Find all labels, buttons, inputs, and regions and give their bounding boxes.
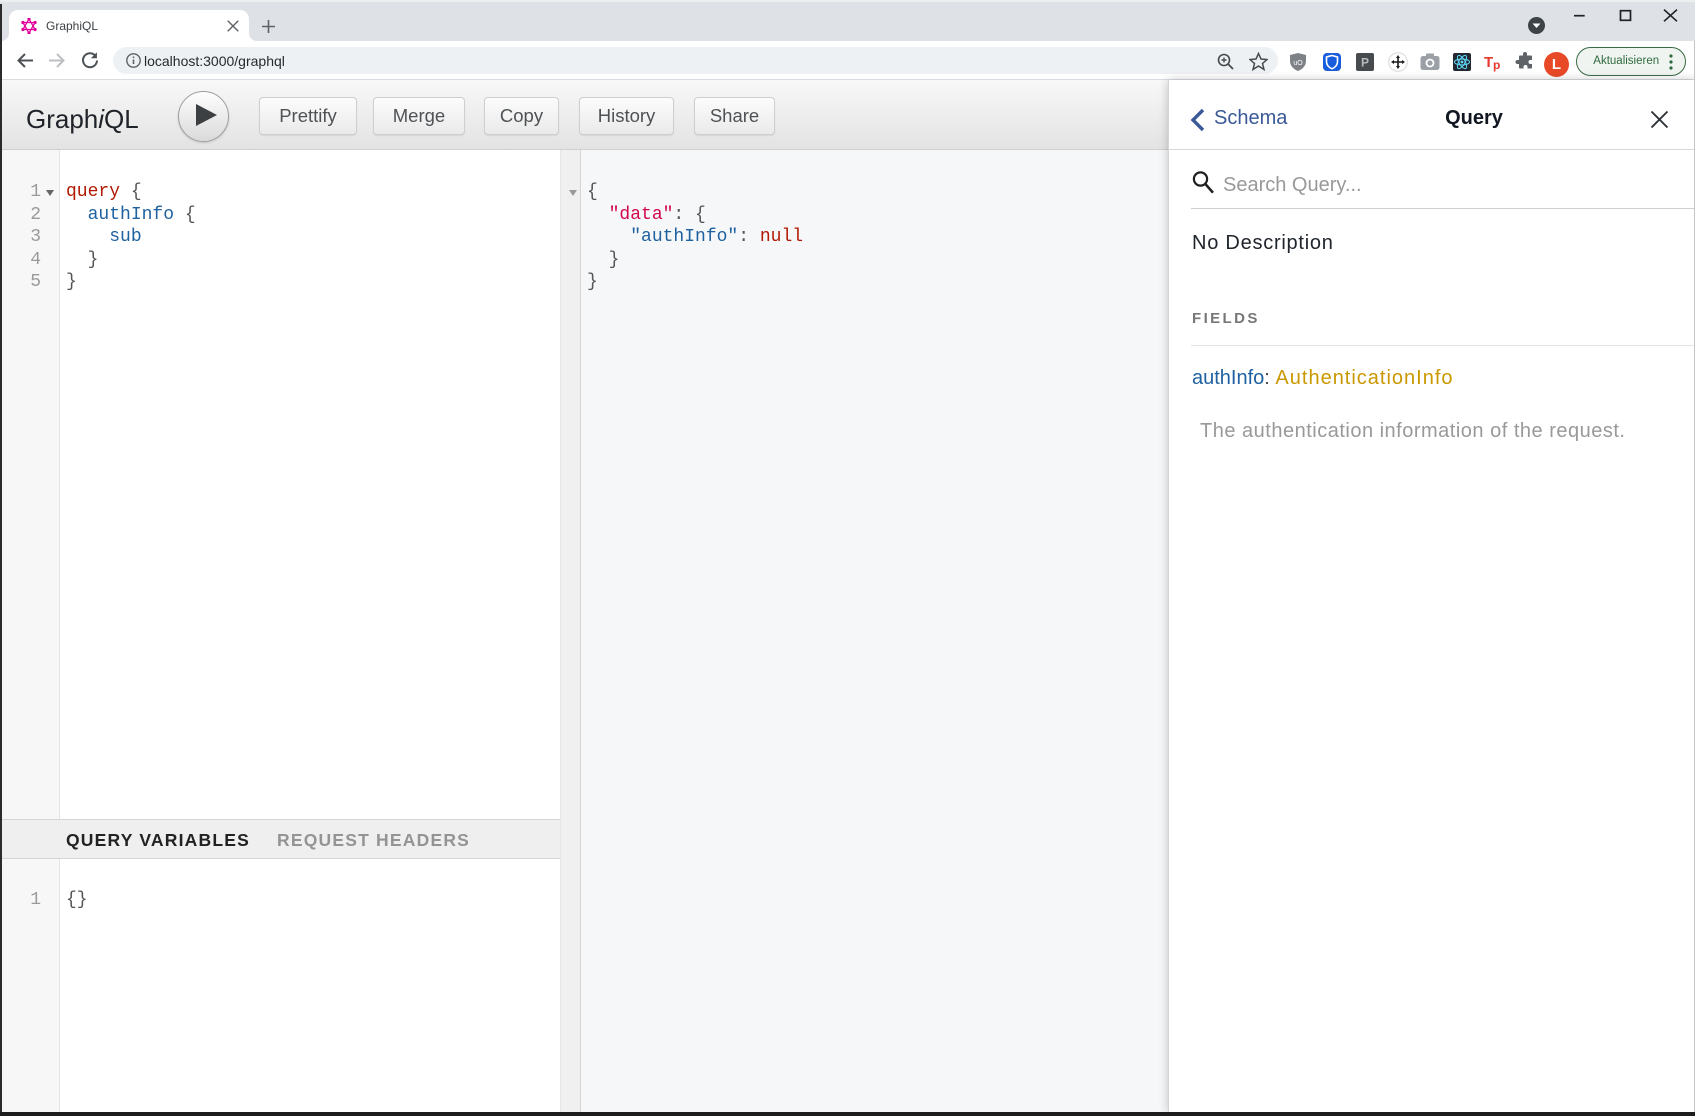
svg-text:T: T [1484, 54, 1493, 71]
svg-text:P: P [1361, 56, 1369, 70]
svg-text:uO: uO [1293, 60, 1303, 67]
svg-text:p: p [1493, 58, 1500, 72]
